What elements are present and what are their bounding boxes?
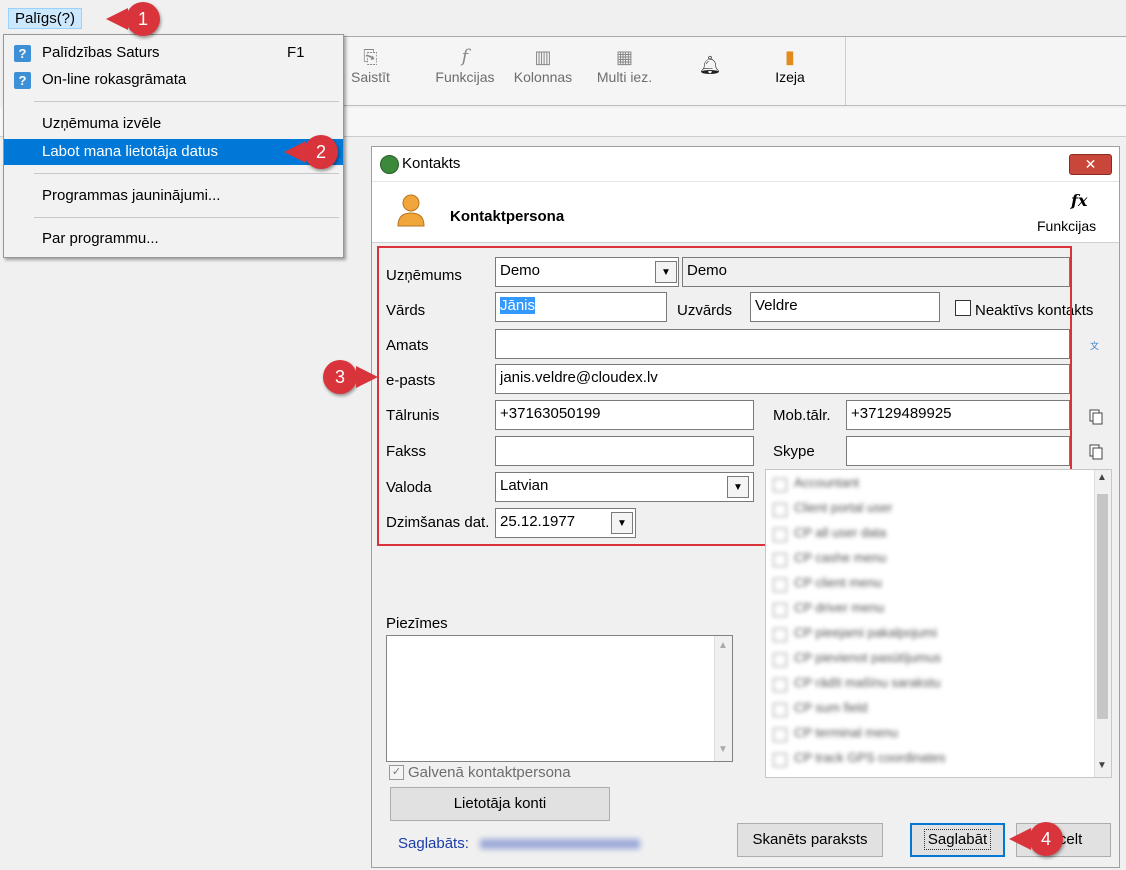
contact-dialog: Kontakts ✕ Kontaktpersona fx Funkcijas U…: [371, 146, 1120, 868]
callout-pointer: [356, 366, 378, 388]
checkbox[interactable]: [773, 728, 787, 742]
translate-icon[interactable]: 文: [1090, 339, 1104, 351]
multi-insert-button[interactable]: ▦ Multi iez.: [587, 45, 662, 85]
callout-pointer: [1009, 828, 1031, 850]
list-item[interactable]: CP track GPS coordinates: [770, 748, 1080, 770]
list-item[interactable]: CP pieejami pakalpojumi: [770, 623, 1080, 645]
callout-4: 4: [1029, 822, 1063, 856]
list-item[interactable]: CP sum field: [770, 698, 1080, 720]
menu-separator: [34, 173, 339, 174]
multi-icon: ▦: [615, 47, 633, 67]
close-button[interactable]: ✕: [1069, 154, 1112, 175]
checkbox[interactable]: [773, 553, 787, 567]
menu-separator: [34, 217, 339, 218]
scroll-down-icon[interactable]: ▼: [1097, 760, 1107, 771]
checkbox[interactable]: [773, 653, 787, 667]
menu-separator: [34, 101, 339, 102]
scroll-up-icon[interactable]: ▲: [718, 640, 728, 651]
paperclip-icon: ⎘: [363, 47, 378, 67]
menu-item-online-manual[interactable]: ? On-line rokasgrāmata: [4, 67, 343, 93]
list-item[interactable]: CP pievienot pasūtījumus: [770, 648, 1080, 670]
list-item[interactable]: CP client menu: [770, 573, 1080, 595]
person-icon: [397, 194, 425, 227]
checkbox[interactable]: [773, 703, 787, 717]
help-question-icon: ?: [14, 45, 31, 62]
exit-button[interactable]: ▮ Izeja: [765, 45, 815, 85]
user-accounts-button[interactable]: Lietotāja konti: [390, 787, 610, 821]
fx-icon: f: [461, 46, 469, 67]
callout-pointer: [284, 141, 306, 163]
menu-item-help-contents[interactable]: ? Palīdzības Saturs F1: [4, 40, 343, 66]
checkbox[interactable]: [773, 753, 787, 767]
scroll-down-icon[interactable]: ▼: [718, 744, 728, 755]
scrollbar[interactable]: [714, 636, 732, 761]
copy-icon[interactable]: [1089, 409, 1103, 425]
app-logo-icon: [380, 155, 399, 174]
checkbox[interactable]: [773, 603, 787, 617]
list-item[interactable]: CP driver menu: [770, 598, 1080, 620]
functions-button[interactable]: f Funkcijas: [424, 45, 506, 85]
help-question-icon: ?: [14, 72, 31, 89]
checkbox[interactable]: [773, 478, 787, 492]
header-title: Kontaktpersona: [450, 208, 565, 225]
list-item[interactable]: CP terminal menu: [770, 723, 1080, 745]
copy-icon[interactable]: [1089, 444, 1103, 460]
door-exit-icon: ▮: [785, 47, 795, 67]
scrollbar-thumb[interactable]: [1097, 494, 1108, 719]
main-contact-label: Galvenā kontaktpersona: [408, 764, 571, 781]
save-button[interactable]: Saglabāt: [910, 823, 1005, 857]
callout-3: 3: [323, 360, 357, 394]
columns-icon: ▥: [534, 47, 552, 67]
scroll-up-icon[interactable]: ▲: [1097, 472, 1107, 483]
toolbar-divider: [845, 37, 846, 105]
dialog-header: Kontaktpersona fx Funkcijas: [372, 182, 1119, 243]
menu-bar: Palīgs(?): [0, 0, 1126, 33]
list-item[interactable]: CP rādīt mašīnu sarakstu: [770, 673, 1080, 695]
saved-info-blurred: [480, 839, 640, 849]
callout-pointer: [106, 8, 128, 30]
notes-label: Piezīmes: [386, 615, 448, 632]
checkbox[interactable]: [773, 578, 787, 592]
columns-button[interactable]: ▥ Kolonnas: [502, 45, 584, 85]
saved-label: Saglabāts:: [398, 835, 469, 852]
callout-2: 2: [304, 135, 338, 169]
list-item[interactable]: Client portal user: [770, 498, 1080, 520]
notifications-button[interactable]: 🔔︎: [695, 45, 725, 77]
list-item[interactable]: CP cashe menu: [770, 548, 1080, 570]
checkbox[interactable]: [773, 528, 787, 542]
dialog-titlebar[interactable]: Kontakts ✕: [372, 147, 1119, 182]
menu-item-company-select[interactable]: Uzņēmuma izvēle: [4, 111, 343, 137]
help-menu[interactable]: Palīgs(?): [8, 8, 83, 29]
toolbar: ⎘ Saistīt f Funkcijas ▥ Kolonnas ▦ Multi…: [340, 36, 1126, 106]
checkbox[interactable]: [773, 678, 787, 692]
menu-item-updates[interactable]: Programmas jauninājumi...: [4, 183, 343, 209]
checkbox[interactable]: [773, 628, 787, 642]
list-item[interactable]: Accountant: [770, 473, 1080, 495]
callout-1: 1: [126, 2, 160, 36]
bell-icon: 🔔︎: [698, 55, 722, 75]
fx-icon[interactable]: fx: [1071, 191, 1087, 210]
link-button[interactable]: ⎘ Saistīt: [348, 45, 393, 85]
notes-textarea[interactable]: ▲ ▼: [386, 635, 733, 762]
menu-item-about[interactable]: Par programmu...: [4, 226, 343, 252]
functions-link[interactable]: Funkcijas: [1037, 218, 1096, 234]
dialog-title: Kontakts: [402, 155, 461, 172]
checkbox[interactable]: [773, 503, 787, 517]
main-contact-checkbox[interactable]: ✓: [389, 765, 404, 780]
list-item[interactable]: CP all user data: [770, 523, 1080, 545]
roles-list[interactable]: Accountant Client portal user CP all use…: [765, 469, 1112, 778]
scanned-signature-button[interactable]: Skanēts paraksts: [737, 823, 883, 857]
